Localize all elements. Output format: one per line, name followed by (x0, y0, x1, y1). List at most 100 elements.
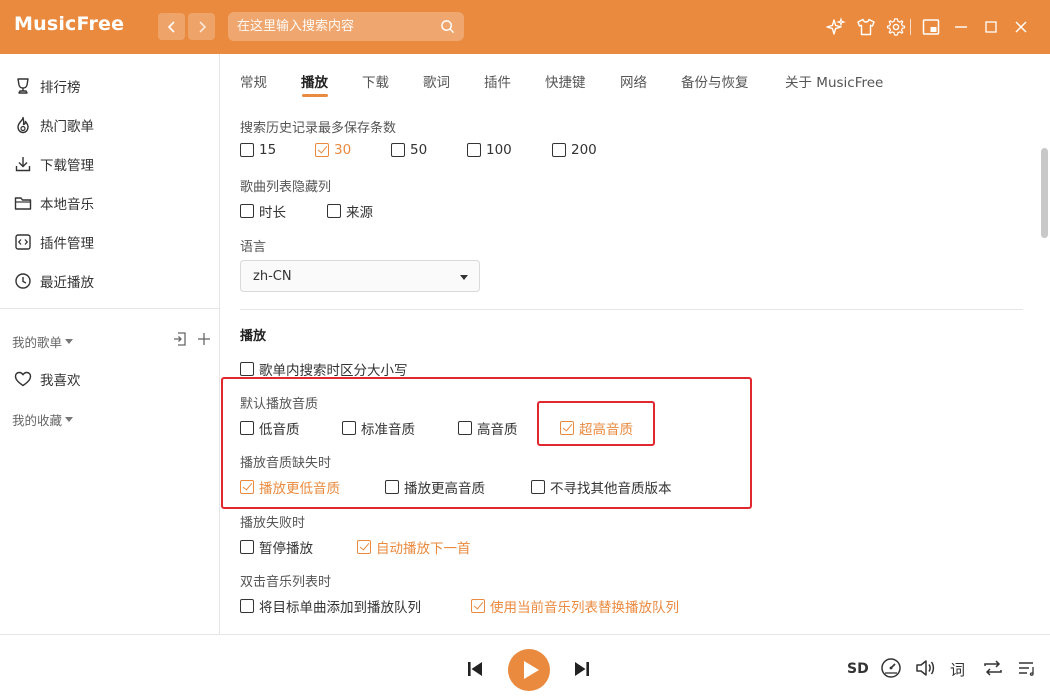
quality-option-super[interactable]: 超高音质 (560, 418, 633, 438)
checkbox[interactable] (240, 540, 254, 554)
tab-general[interactable]: 常规 (240, 71, 267, 91)
hidden-column-source[interactable]: 来源 (327, 201, 373, 221)
header-divider (910, 19, 911, 35)
tab-plugins[interactable]: 插件 (484, 71, 511, 91)
language-select[interactable]: zh-CN (240, 260, 480, 292)
sparkle-icon (826, 17, 846, 35)
fail-option-next[interactable]: 自动播放下一首 (357, 537, 471, 557)
tab-backup[interactable]: 备份与恢复 (681, 71, 749, 91)
quality-option-standard[interactable]: 标准音质 (342, 418, 415, 438)
checkbox[interactable] (552, 143, 566, 157)
option-label: 标准音质 (361, 422, 415, 438)
search-icon[interactable] (440, 19, 455, 34)
sidebar-item-label: 排行榜 (40, 80, 81, 96)
checkbox[interactable] (327, 204, 341, 218)
sidebar-item-downloads[interactable]: 下载管理 (0, 146, 219, 182)
missing-option-lower[interactable]: 播放更低音质 (240, 477, 340, 497)
checkbox[interactable] (560, 421, 574, 435)
next-button[interactable] (573, 660, 591, 678)
playback-section-title: 播放 (240, 329, 267, 344)
quality-missing-label: 播放音质缺失时 (240, 456, 332, 471)
tab-download[interactable]: 下载 (362, 71, 389, 91)
sidebar-item-ranking[interactable]: 排行榜 (0, 68, 219, 104)
app-window: MusicFree 在这里输入搜索内容 排行榜 热门歌单 下载管理 本地音乐 插… (0, 0, 1050, 700)
my-collections-toggle[interactable]: 我的收藏 (12, 410, 74, 429)
option-label: 200 (571, 142, 597, 158)
checkbox[interactable] (342, 421, 356, 435)
my-playlists-toggle[interactable]: 我的歌单 (12, 332, 74, 351)
volume-button[interactable] (914, 657, 936, 679)
fail-option-pause[interactable]: 暂停播放 (240, 537, 313, 557)
missing-option-none[interactable]: 不寻找其他音质版本 (531, 477, 672, 497)
search-input[interactable] (228, 12, 434, 41)
checkbox[interactable] (385, 480, 399, 494)
checkbox[interactable] (240, 480, 254, 494)
minimize-button[interactable] (951, 17, 971, 37)
default-quality-label: 默认播放音质 (240, 397, 319, 412)
history-option-100[interactable]: 100 (467, 142, 512, 158)
history-option-30[interactable]: 30 (315, 142, 351, 158)
import-icon (174, 332, 186, 346)
history-option-50[interactable]: 50 (391, 142, 427, 158)
shirt-icon (857, 18, 875, 36)
sidebar-item-local-music[interactable]: 本地音乐 (0, 185, 219, 221)
playlist-button[interactable] (1016, 657, 1038, 679)
checkbox[interactable] (467, 143, 481, 157)
sidebar-item-label: 本地音乐 (40, 197, 94, 213)
checkbox[interactable] (458, 421, 472, 435)
close-button[interactable] (1011, 17, 1031, 37)
case-sensitive-search-option[interactable]: 歌单内搜索时区分大小写 (240, 359, 408, 379)
checkbox[interactable] (471, 599, 485, 613)
checkbox[interactable] (357, 540, 371, 554)
hidden-column-duration[interactable]: 时长 (240, 201, 286, 221)
sidebar-item-favorite[interactable]: 我喜欢 (0, 361, 219, 397)
quality-option-high[interactable]: 高音质 (458, 418, 518, 438)
checkbox[interactable] (391, 143, 405, 157)
checkbox[interactable] (240, 599, 254, 613)
search-box (228, 12, 464, 41)
maximize-button[interactable] (981, 17, 1001, 37)
repeat-icon (984, 660, 1002, 676)
dblclick-option-add[interactable]: 将目标单曲添加到播放队列 (240, 596, 421, 616)
dblclick-option-replace[interactable]: 使用当前音乐列表替换播放队列 (471, 596, 679, 616)
hidden-columns-label: 歌曲列表隐藏列 (240, 180, 332, 195)
theme-button[interactable] (856, 17, 876, 37)
checkbox[interactable] (240, 204, 254, 218)
tab-about[interactable]: 关于 MusicFree (785, 71, 883, 91)
missing-option-higher[interactable]: 播放更高音质 (385, 477, 485, 497)
quality-button[interactable]: SD (847, 661, 869, 677)
sparkle-button[interactable] (826, 17, 846, 37)
trophy-icon (14, 77, 32, 95)
tab-lyrics[interactable]: 歌词 (423, 71, 450, 91)
lyrics-button[interactable]: 词 (950, 659, 965, 680)
sidebar-item-hot-playlists[interactable]: 热门歌单 (0, 107, 219, 143)
forward-button[interactable] (188, 13, 215, 40)
option-label: 使用当前音乐列表替换播放队列 (490, 600, 679, 616)
tab-shortcuts[interactable]: 快捷键 (545, 71, 586, 91)
double-click-label: 双击音乐列表时 (240, 575, 332, 590)
previous-button[interactable] (466, 660, 484, 678)
repeat-button[interactable] (982, 657, 1004, 679)
minimize-icon (955, 26, 967, 28)
history-option-200[interactable]: 200 (552, 142, 597, 158)
quality-option-low[interactable]: 低音质 (240, 418, 300, 438)
checkbox[interactable] (240, 421, 254, 435)
tab-network[interactable]: 网络 (620, 71, 647, 91)
checkbox[interactable] (240, 143, 254, 157)
settings-button[interactable] (886, 17, 906, 37)
history-option-15[interactable]: 15 (240, 142, 276, 158)
checkbox[interactable] (315, 143, 329, 157)
back-button[interactable] (158, 13, 185, 40)
sidebar-item-recent[interactable]: 最近播放 (0, 263, 219, 299)
checkbox[interactable] (531, 480, 545, 494)
sidebar-item-plugins[interactable]: 插件管理 (0, 224, 219, 260)
add-playlist-button[interactable] (196, 331, 212, 347)
scrollbar-thumb[interactable] (1041, 148, 1048, 238)
speed-button[interactable] (880, 657, 902, 679)
import-playlist-button[interactable] (172, 331, 188, 347)
play-button[interactable] (508, 649, 550, 691)
picture-in-picture-icon (922, 19, 940, 35)
checkbox[interactable] (240, 362, 254, 376)
mini-mode-button[interactable] (921, 17, 941, 37)
tab-playback[interactable]: 播放 (301, 71, 328, 91)
